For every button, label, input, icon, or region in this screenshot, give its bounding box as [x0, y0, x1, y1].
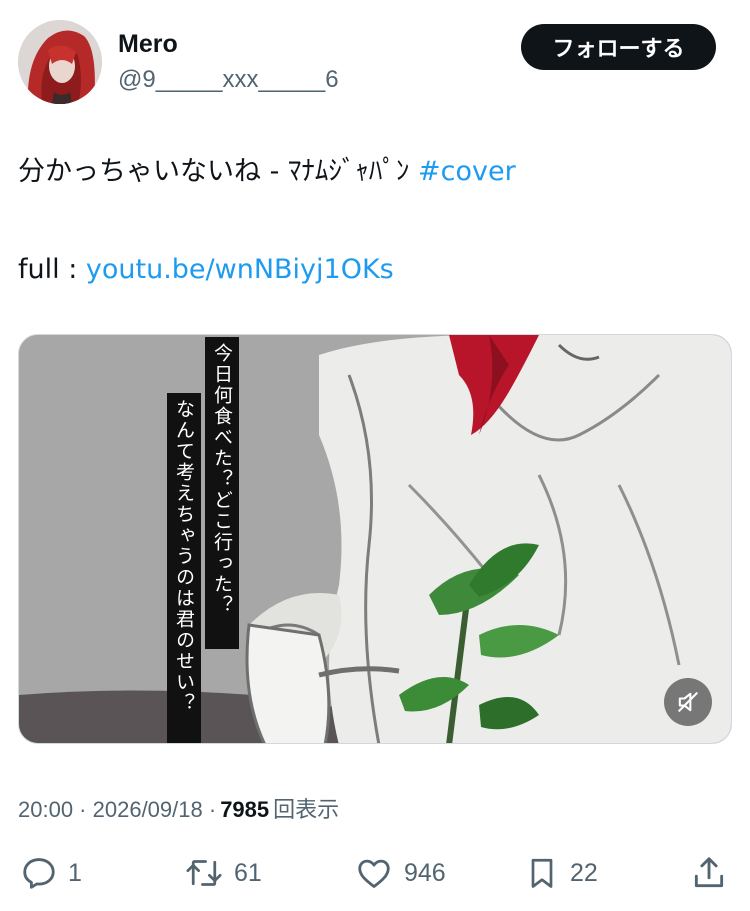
tweet-meta: 20:00 · 2026/09/18 · 7985 回表示 — [18, 792, 339, 824]
meta-separator: · — [73, 797, 93, 822]
tweet-actions: 1 61 946 22 — [0, 848, 750, 898]
retweet-icon — [186, 860, 222, 886]
share-icon — [694, 857, 724, 888]
user-handle[interactable]: @9_____xxx_____6 — [118, 66, 339, 94]
views-label: 回表示 — [273, 798, 340, 823]
bookmark-icon — [531, 858, 553, 888]
views-count[interactable]: 7985 — [220, 797, 269, 823]
avatar[interactable] — [18, 20, 102, 104]
like-count: 946 — [404, 858, 446, 887]
reply-count: 1 — [68, 858, 82, 887]
media-illustration — [19, 335, 731, 743]
muted-speaker-icon — [677, 691, 699, 713]
tweet-text: 分かっちゃいないね - ﾏﾅﾑｼﾞｬﾊﾟﾝ #cover — [18, 154, 732, 190]
display-name[interactable]: Mero — [118, 30, 178, 59]
retweet-button[interactable]: 61 — [184, 848, 262, 898]
follow-button[interactable]: フォローする — [521, 24, 716, 70]
meta-separator: · — [202, 797, 217, 822]
mute-toggle-button[interactable] — [664, 678, 712, 726]
tweet-date[interactable]: 2026/09/18 — [93, 797, 203, 823]
like-button[interactable]: 946 — [354, 848, 446, 898]
tweet-time[interactable]: 20:00 — [18, 797, 73, 823]
heart-icon — [358, 859, 390, 888]
bookmark-button[interactable]: 22 — [524, 848, 598, 898]
media-caption-column-2: なんて考えちゃうのは君のせい？ — [173, 399, 195, 714]
avatar-image — [18, 20, 102, 104]
reply-button[interactable]: 1 — [20, 848, 82, 898]
link-prefix: full : — [18, 254, 86, 285]
youtube-link[interactable]: youtu.be/wnNBiyj1OKs — [86, 254, 394, 285]
share-button[interactable] — [690, 848, 728, 898]
reply-icon — [23, 858, 55, 889]
tweet-header: Mero @9_____xxx_____6 フォローする — [0, 0, 750, 120]
media-caption-column-1: 今日何食べた？どこ行った？ — [211, 343, 233, 616]
tweet-link-line: full : youtu.be/wnNBiyj1OKs — [18, 252, 394, 288]
hashtag-link[interactable]: #cover — [418, 156, 516, 187]
tweet-text-body: 分かっちゃいないね - ﾏﾅﾑｼﾞｬﾊﾟﾝ — [18, 156, 418, 187]
bookmark-count: 22 — [570, 858, 598, 887]
retweet-count: 61 — [234, 858, 262, 887]
tweet-media[interactable]: 今日何食べた？どこ行った？ なんて考えちゃうのは君のせい？ — [18, 334, 732, 744]
